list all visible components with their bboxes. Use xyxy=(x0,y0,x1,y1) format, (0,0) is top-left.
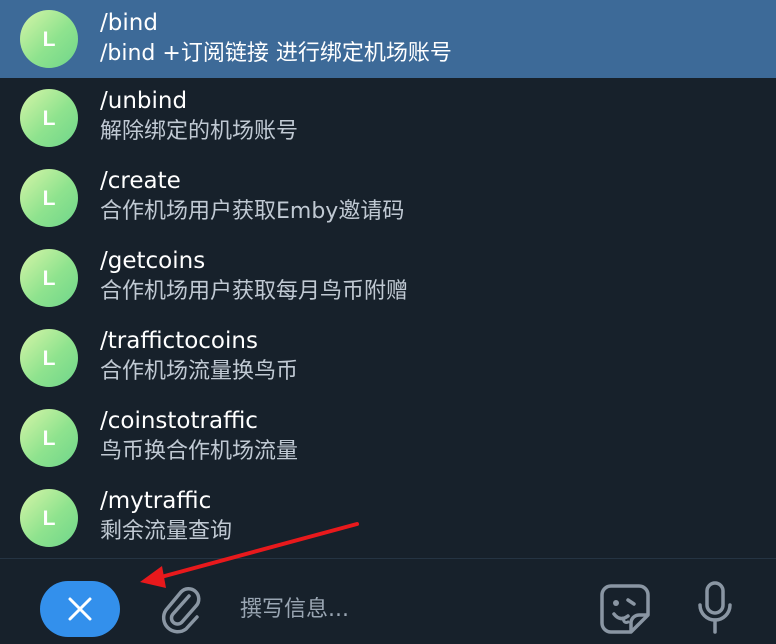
command-text: /create 合作机场用户获取Emby邀请码 xyxy=(100,166,756,228)
command-item-unbind[interactable]: L /unbind 解除绑定的机场账号 xyxy=(0,78,776,158)
command-description: 解除绑定的机场账号 xyxy=(100,119,299,144)
command-name: /coinstotraffic xyxy=(100,408,258,434)
bot-avatar: L xyxy=(20,409,78,467)
bot-avatar: L xyxy=(20,89,78,147)
avatar-letter: L xyxy=(42,186,56,210)
command-text: /unbind 解除绑定的机场账号 xyxy=(100,86,756,148)
command-description: 合作机场用户获取每月鸟币附赠 xyxy=(100,279,409,304)
close-commands-button[interactable] xyxy=(40,581,120,637)
command-description: 剩余流量查询 xyxy=(100,519,233,544)
bot-avatar: L xyxy=(20,329,78,387)
command-list: L /bind /bind +订阅链接 进行绑定机场账号 L /unbind 解… xyxy=(0,0,776,558)
bot-command-panel: L /bind /bind +订阅链接 进行绑定机场账号 L /unbind 解… xyxy=(0,0,776,644)
command-text: /getcoins 合作机场用户获取每月鸟币附赠 xyxy=(100,246,756,308)
message-composer xyxy=(0,558,776,644)
command-name: /bind xyxy=(100,10,158,36)
command-text: /mytraffic 剩余流量查询 xyxy=(100,486,756,548)
command-name: /create xyxy=(100,168,181,194)
command-text: /coinstotraffic 鸟币换合作机场流量 xyxy=(100,406,756,468)
bot-avatar: L xyxy=(20,169,78,227)
sticker-icon xyxy=(600,584,650,634)
command-item-create[interactable]: L /create 合作机场用户获取Emby邀请码 xyxy=(0,158,776,238)
sticker-button[interactable] xyxy=(595,579,655,639)
command-description: 合作机场用户获取Emby邀请码 xyxy=(100,199,405,224)
command-item-traffictocoins[interactable]: L /traffictocoins 合作机场流量换鸟币 xyxy=(0,318,776,398)
message-input[interactable] xyxy=(240,589,570,629)
command-name: /mytraffic xyxy=(100,488,212,514)
avatar-letter: L xyxy=(42,266,56,290)
close-icon xyxy=(68,597,92,621)
bot-avatar: L xyxy=(20,249,78,307)
command-item-mytraffic[interactable]: L /mytraffic 剩余流量查询 xyxy=(0,478,776,558)
bot-avatar: L xyxy=(20,489,78,547)
command-name: /getcoins xyxy=(100,248,206,274)
command-text: /bind /bind +订阅链接 进行绑定机场账号 xyxy=(100,8,756,70)
command-text: /traffictocoins 合作机场流量换鸟币 xyxy=(100,326,756,388)
command-item-coinstotraffic[interactable]: L /coinstotraffic 鸟币换合作机场流量 xyxy=(0,398,776,478)
microphone-icon xyxy=(698,581,732,634)
avatar-letter: L xyxy=(42,106,56,130)
voice-message-button[interactable] xyxy=(690,577,740,641)
avatar-letter: L xyxy=(42,426,56,450)
command-item-getcoins[interactable]: L /getcoins 合作机场用户获取每月鸟币附赠 xyxy=(0,238,776,318)
command-description: /bind +订阅链接 进行绑定机场账号 xyxy=(100,41,452,66)
command-name: /traffictocoins xyxy=(100,328,258,354)
bot-avatar: L xyxy=(20,10,78,68)
avatar-letter: L xyxy=(42,27,56,51)
avatar-letter: L xyxy=(42,506,56,530)
paperclip-icon xyxy=(161,587,201,634)
command-name: /unbind xyxy=(100,88,188,114)
avatar-letter: L xyxy=(42,346,56,370)
command-description: 鸟币换合作机场流量 xyxy=(100,439,299,464)
command-description: 合作机场流量换鸟币 xyxy=(100,359,299,384)
attach-button[interactable] xyxy=(155,579,207,639)
command-item-bind[interactable]: L /bind /bind +订阅链接 进行绑定机场账号 xyxy=(0,0,776,78)
